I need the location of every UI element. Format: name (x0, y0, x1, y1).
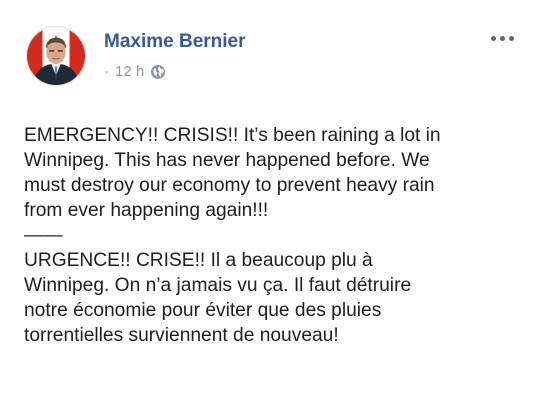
post-body: EMERGENCY!! CRISIS!! It’s been raining a… (24, 123, 514, 348)
post-meta: · 12 h (104, 63, 166, 80)
post-text-english: EMERGENCY!! CRISIS!! It’s been raining a… (24, 125, 441, 221)
author-name-link[interactable]: Maxime Bernier (104, 31, 246, 53)
more-dot-icon (500, 36, 505, 41)
more-dot-icon (509, 36, 514, 41)
author-avatar[interactable] (26, 26, 86, 86)
post-timestamp[interactable]: 12 h (115, 63, 144, 80)
more-options-button[interactable] (491, 36, 514, 41)
post-text-french: URGENCE!! CRISE!! Il a beaucoup plu à Wi… (24, 250, 412, 346)
post-text-divider: —— (24, 225, 63, 246)
meta-separator: · (104, 63, 109, 80)
globe-icon[interactable] (150, 64, 166, 80)
facebook-post: Maxime Bernier · 12 h EMERGENCY!! CRISIS… (0, 0, 540, 418)
profile-photo-icon (27, 27, 85, 85)
more-dot-icon (491, 36, 496, 41)
